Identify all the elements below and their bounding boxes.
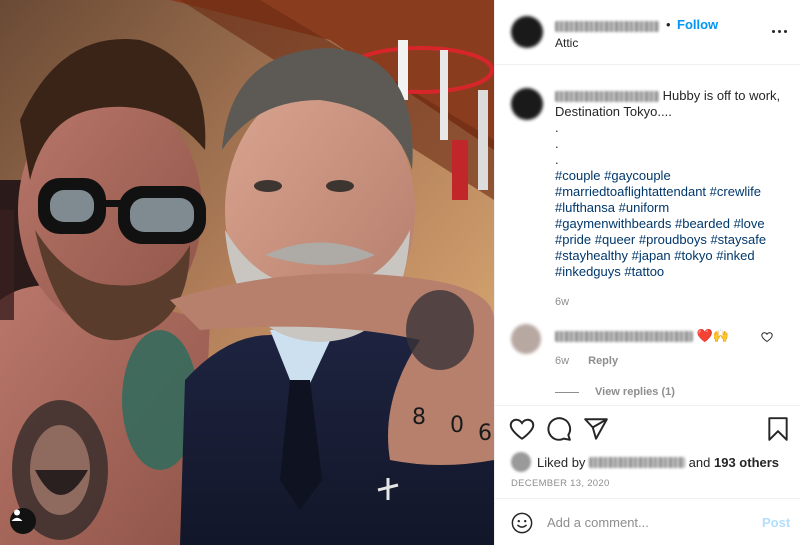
liked-count[interactable]: 193 others (714, 455, 779, 470)
hashtag[interactable]: #tattoo (624, 264, 664, 279)
post-actions: Liked by and 193 others DECEMBER 13, 202… (495, 405, 800, 545)
hashtag[interactable]: #inked (716, 248, 754, 263)
commenter-avatar[interactable] (511, 324, 541, 354)
hashtag[interactable]: #crewlife (710, 184, 761, 199)
like-comment-heart-icon[interactable] (761, 331, 773, 343)
reply-button[interactable]: Reply (588, 355, 618, 367)
hashtag[interactable]: #inkedguys (555, 264, 621, 279)
tagged-users-button[interactable] (10, 508, 36, 534)
author-avatar[interactable] (511, 16, 543, 48)
hashtag[interactable]: #staysafe (710, 232, 766, 247)
hashtag[interactable]: #marriedtoaflightattendant (555, 184, 706, 199)
hashtag[interactable]: #lufthansa (555, 200, 615, 215)
liker-username[interactable] (589, 456, 686, 468)
view-replies-button[interactable]: View replies (1) (555, 386, 675, 398)
hashtag[interactable]: #tokyo (674, 248, 712, 263)
more-horizontal-icon (770, 29, 788, 33)
post-details-panel: • Follow Attic Hubby is off to work, Des… (494, 0, 800, 545)
view-replies-label: View replies (1) (595, 386, 675, 398)
caption-author-username[interactable] (555, 91, 659, 103)
hashtag[interactable]: #japan (632, 248, 671, 263)
user-icon (11, 509, 23, 521)
replies-divider (555, 391, 579, 393)
svg-text:8: 8 (412, 405, 426, 430)
follow-button[interactable]: Follow (677, 17, 718, 32)
comment-meta: 6w Reply (555, 355, 618, 367)
post-location[interactable]: Attic (555, 36, 578, 50)
liked-by-and: and (688, 454, 711, 470)
more-options-button[interactable] (769, 21, 789, 41)
like-heart-icon[interactable] (509, 416, 535, 442)
hashtag-line: #stayhealthy #japan #tokyo #inked (555, 248, 785, 264)
hashtag-line: #marriedtoaflightattendant #crewlife (555, 184, 785, 200)
comment-time[interactable]: 6w (555, 355, 569, 367)
comments-section: Hubby is off to work, Destination Tokyo.… (495, 66, 800, 404)
share-send-icon[interactable] (583, 416, 609, 442)
hashtag[interactable]: #gaymenwithbeards (555, 216, 671, 231)
caption-author-avatar[interactable] (511, 88, 543, 120)
hashtag[interactable]: #stayhealthy (555, 248, 628, 263)
comment-text: ❤️🙌 (696, 328, 729, 343)
hashtag[interactable]: #couple (555, 168, 601, 183)
hashtag-line: #lufthansa #uniform (555, 200, 785, 216)
hashtag-line: #pride #queer #proudboys #staysafe (555, 232, 785, 248)
bookmark-icon[interactable] (765, 416, 791, 442)
comment-bubble-icon[interactable] (546, 416, 572, 442)
svg-text:6: 6 (478, 421, 492, 446)
post-header: • Follow Attic (495, 0, 800, 65)
post-date[interactable]: DECEMBER 13, 2020 (511, 478, 610, 489)
liked-by-prefix: Liked by (537, 454, 586, 470)
emoji-icon[interactable] (511, 512, 533, 534)
author-username[interactable] (555, 18, 659, 33)
caption-dots: . . . (555, 120, 785, 168)
hashtag-line: #inkedguys #tattoo (555, 264, 785, 280)
hashtag-line: #gaymenwithbeards #bearded #love (555, 216, 785, 232)
svg-text:0: 0 (450, 413, 464, 438)
caption: Hubby is off to work, Destination Tokyo.… (555, 88, 785, 310)
hashtag[interactable]: #love (734, 216, 765, 231)
post-comment-button[interactable]: Post (762, 515, 790, 530)
hashtag[interactable]: #queer (595, 232, 635, 247)
liked-by: Liked by and 193 others (511, 452, 779, 472)
caption-dot: . (555, 136, 559, 151)
hashtag[interactable]: #gaycouple (604, 168, 671, 183)
liker-avatar[interactable] (511, 452, 531, 472)
header-separator: • (666, 17, 671, 32)
caption-time[interactable]: 6w (555, 294, 785, 310)
hashtag[interactable]: #pride (555, 232, 591, 247)
comment: ❤️🙌 (555, 328, 729, 344)
author-username-blurred (555, 21, 659, 33)
caption-dot: . (555, 152, 559, 167)
hashtag[interactable]: #bearded (675, 216, 730, 231)
commenter-username[interactable] (555, 331, 693, 343)
hashtag[interactable]: #uniform (619, 200, 670, 215)
post-photo[interactable]: 8 0 6 (0, 0, 494, 545)
caption-dot: . (555, 120, 559, 135)
comment-input[interactable]: Add a comment... (547, 515, 649, 530)
comment-composer: Add a comment... Post (495, 498, 800, 545)
photo-illustration: 8 0 6 (0, 0, 494, 545)
hashtag[interactable]: #proudboys (639, 232, 707, 247)
hashtag-line: #couple #gaycouple (555, 168, 785, 184)
